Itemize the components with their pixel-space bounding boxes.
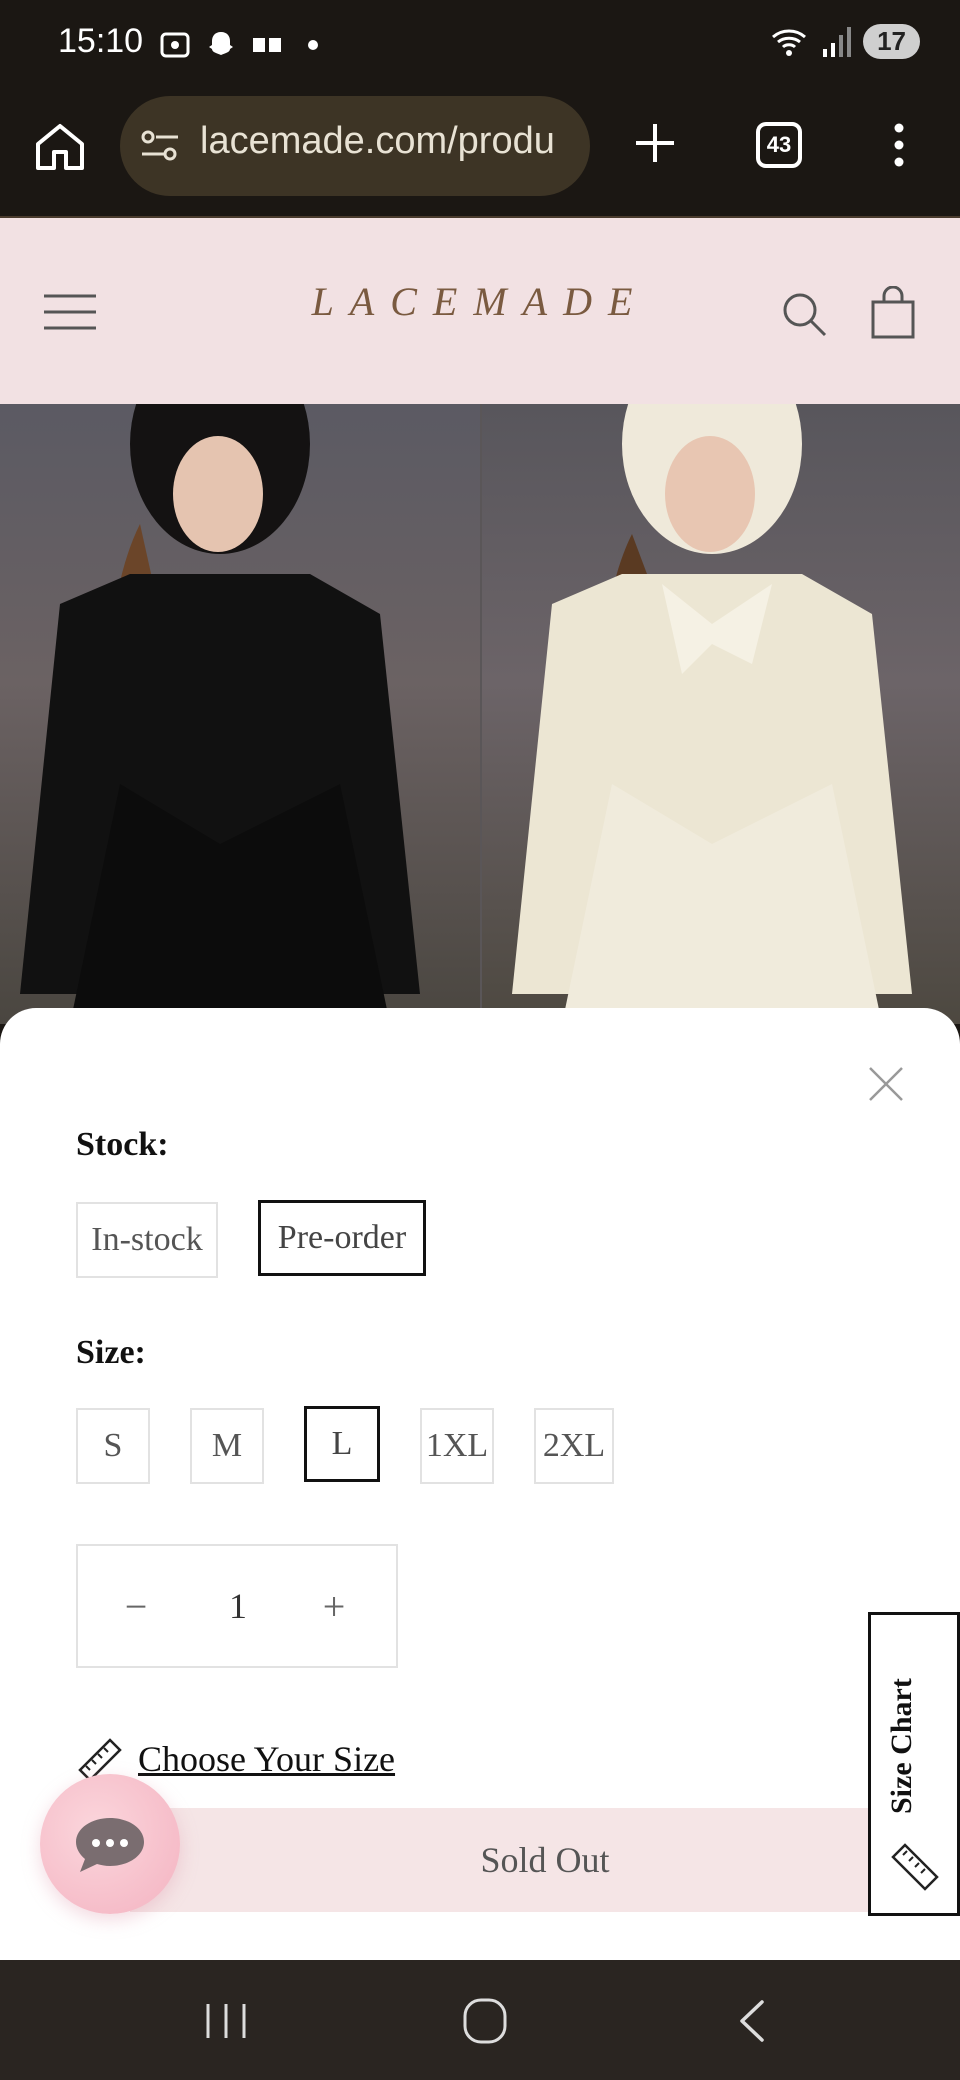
stock-label: Stock: bbox=[76, 1126, 169, 1163]
quantity-increase-button[interactable]: + bbox=[304, 1576, 364, 1636]
site-settings-icon[interactable] bbox=[140, 128, 180, 164]
screenshot-icon bbox=[160, 32, 190, 58]
size-chart-label: Size Chart bbox=[885, 1678, 918, 1814]
search-icon[interactable] bbox=[780, 290, 828, 338]
site-header: LACEMADE bbox=[0, 216, 960, 404]
home-button-icon[interactable] bbox=[455, 1996, 515, 2046]
back-icon[interactable] bbox=[724, 1996, 784, 2046]
menu-icon[interactable] bbox=[44, 292, 96, 332]
system-navigation-bar bbox=[0, 1960, 960, 2080]
shopping-bag-icon[interactable] bbox=[870, 286, 916, 340]
battery-level: 17 bbox=[863, 24, 920, 59]
ruler-icon bbox=[891, 1843, 939, 1891]
status-time: 15:10 bbox=[58, 22, 144, 60]
snapchat-icon bbox=[209, 32, 233, 55]
product-image-black[interactable] bbox=[0, 404, 480, 1024]
stock-option-pre-order[interactable]: Pre-order bbox=[258, 1200, 426, 1276]
wifi-icon bbox=[772, 29, 807, 56]
model-black-dress-illustration bbox=[20, 404, 420, 1024]
browser-toolbar: lacemade.com/produ 43 bbox=[0, 90, 960, 216]
home-icon[interactable] bbox=[32, 118, 88, 174]
stock-option-in-stock[interactable]: In-stock bbox=[76, 1202, 218, 1278]
dot-icon bbox=[308, 40, 318, 50]
messages-icon bbox=[253, 38, 281, 52]
address-bar[interactable]: lacemade.com/produ bbox=[120, 96, 590, 196]
size-label: Size: bbox=[76, 1334, 146, 1371]
model-cream-dress-illustration bbox=[512, 404, 912, 1024]
chat-button[interactable] bbox=[40, 1774, 180, 1914]
size-option-l[interactable]: L bbox=[304, 1406, 380, 1482]
quantity-value[interactable]: 1 bbox=[198, 1576, 278, 1636]
recent-apps-icon[interactable] bbox=[196, 1996, 256, 2046]
size-option-2xl[interactable]: 2XL bbox=[534, 1408, 614, 1484]
new-tab-plus-icon[interactable] bbox=[630, 118, 680, 168]
size-option-1xl[interactable]: 1XL bbox=[420, 1408, 494, 1484]
status-bar: 15:10 17 bbox=[0, 0, 960, 90]
size-option-m[interactable]: M bbox=[190, 1408, 264, 1484]
size-option-s[interactable]: S bbox=[76, 1408, 150, 1484]
site-logo[interactable]: LACEMADE bbox=[300, 278, 660, 338]
chat-icon bbox=[76, 1818, 144, 1872]
quantity-decrease-button[interactable]: − bbox=[106, 1576, 166, 1636]
sold-out-button[interactable]: Sold Out bbox=[130, 1808, 960, 1912]
signal-icon bbox=[823, 26, 852, 57]
size-chart-tab[interactable]: Size Chart bbox=[868, 1612, 960, 1916]
notification-icons bbox=[158, 28, 330, 62]
url-text[interactable]: lacemade.com/produ bbox=[200, 120, 575, 163]
product-options-sheet: Stock: In-stock Pre-order Size: S M L 1X… bbox=[0, 1008, 960, 1960]
more-vertical-icon[interactable] bbox=[884, 120, 914, 170]
choose-size-text[interactable]: Choose Your Size bbox=[138, 1738, 395, 1780]
status-right: 17 bbox=[769, 24, 920, 59]
close-icon[interactable] bbox=[866, 1064, 906, 1104]
quantity-stepper: − 1 + bbox=[76, 1544, 398, 1668]
product-gallery[interactable] bbox=[0, 404, 960, 1024]
product-image-cream[interactable] bbox=[482, 404, 960, 1024]
tab-switcher-button[interactable]: 43 bbox=[756, 122, 802, 168]
